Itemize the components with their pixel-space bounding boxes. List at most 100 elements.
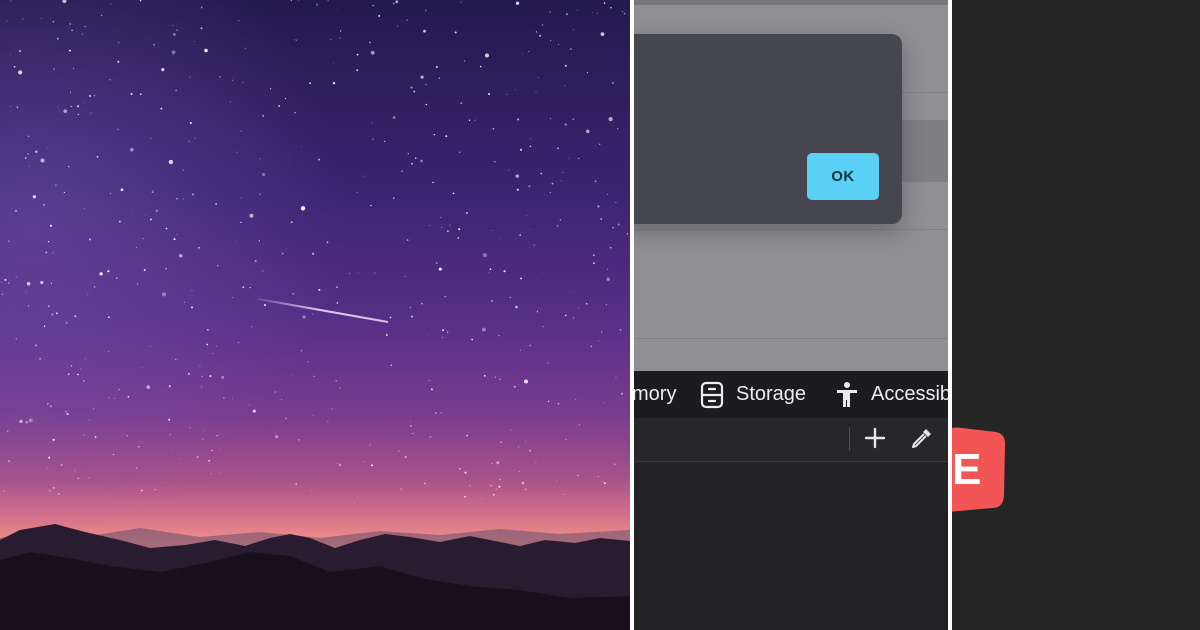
star [179,254,183,258]
star [431,388,433,391]
star [547,362,549,364]
star [116,277,118,279]
star [569,48,572,51]
star [404,456,407,459]
star [428,379,431,382]
star [168,159,174,165]
star [219,449,221,451]
star [218,472,220,474]
star [8,282,10,284]
star [52,438,55,441]
star [83,380,85,382]
star [274,391,277,393]
star [47,147,49,149]
tab-storage[interactable]: Storage [700,371,806,418]
star [335,379,338,382]
star [176,29,179,32]
star [179,458,181,460]
star [138,446,140,448]
star [313,375,315,378]
eyedropper-icon [910,426,934,455]
star [47,240,50,243]
star [183,198,184,200]
star [606,277,610,281]
star [536,310,538,312]
star [223,397,225,399]
color-picker-button[interactable] [909,427,935,453]
star [404,275,406,278]
star [93,286,96,288]
star [161,292,167,297]
star [109,79,111,81]
star [499,237,501,239]
star [556,480,558,482]
star [370,204,372,207]
star [207,328,209,331]
star [458,228,461,231]
modal-dialog: OK [634,34,902,224]
star [298,439,300,441]
star [488,93,491,95]
star [53,68,55,70]
star [601,331,603,333]
star [52,21,54,23]
star [423,482,426,485]
star [183,301,185,303]
star [211,449,213,452]
star [165,267,167,270]
star [237,341,239,344]
star [506,93,508,96]
star [8,240,10,242]
star [464,495,466,498]
star [217,265,219,267]
star [517,446,520,448]
star [457,237,460,239]
star [547,400,550,403]
star [188,140,190,143]
star [307,361,309,363]
star [440,217,442,218]
star [119,220,121,223]
tab-memory[interactable]: mory [634,371,676,418]
star [203,430,205,432]
add-button[interactable] [862,427,888,453]
star [550,118,552,120]
star [519,349,521,351]
star [468,119,471,122]
star [258,240,261,242]
star [336,302,339,304]
star [316,3,318,6]
star [45,251,48,254]
star [152,189,154,191]
star [491,300,493,302]
star [515,1,520,5]
ok-button[interactable]: OK [807,153,879,200]
star [596,12,598,14]
star [337,463,339,465]
star [529,449,531,452]
star [551,182,554,185]
star [575,398,577,400]
star [608,117,613,122]
star [401,170,403,173]
star [56,37,59,40]
star [604,402,605,404]
star [280,399,283,401]
star [155,209,158,212]
star [69,23,72,25]
star [393,2,395,5]
star [50,282,53,284]
star [251,326,253,328]
star [425,83,427,85]
star [471,338,473,341]
star [89,419,91,421]
star [68,165,70,168]
star [40,281,44,284]
star [590,345,593,348]
star [585,129,590,134]
star [18,70,23,75]
star [498,334,500,337]
star [529,138,531,140]
star [202,438,204,440]
tab-accessibility[interactable]: Accessib [835,371,948,418]
